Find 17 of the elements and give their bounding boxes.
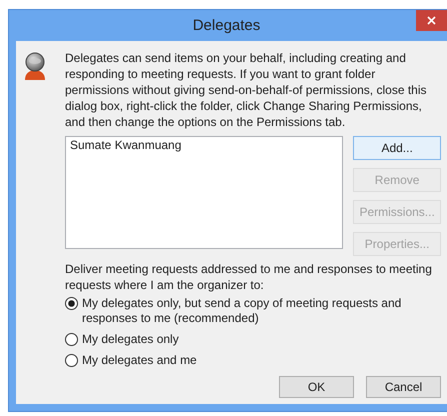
dialog-button[interactable]: OK bbox=[279, 376, 354, 398]
close-icon bbox=[427, 16, 436, 25]
dialog-button[interactable]: Cancel bbox=[366, 376, 441, 398]
close-button[interactable] bbox=[416, 10, 447, 31]
radio-button[interactable] bbox=[65, 333, 78, 346]
delegates-list[interactable]: Sumate Kwanmuang bbox=[65, 136, 344, 249]
description-text: Delegates can send items on your behalf, including creating and responding to meeting requests. If you want to grant folder permissions without giving send-on-behalf-of permissions, close this dialog box, right-click the folder, click Change Sharing Permissions, and then change the options on the Permissions tab. bbox=[65, 50, 428, 130]
delivery-label: Deliver meeting requests addressed to me and responses to meeting requests where I am the organizer to: bbox=[65, 261, 433, 293]
radio-label: My delegates only, but send a copy of meeting requests and responses to me (recommended) bbox=[82, 296, 402, 326]
side-button[interactable]: Add... bbox=[353, 136, 441, 160]
radio-label: My delegates and me bbox=[82, 353, 197, 368]
radio-label: My delegates only bbox=[82, 332, 179, 347]
delegate-item[interactable]: Sumate Kwanmuang bbox=[70, 138, 338, 153]
window-title: Delegates bbox=[192, 17, 260, 34]
radio-button[interactable] bbox=[65, 297, 78, 310]
person-icon bbox=[24, 52, 46, 82]
radio-button[interactable] bbox=[65, 354, 78, 367]
